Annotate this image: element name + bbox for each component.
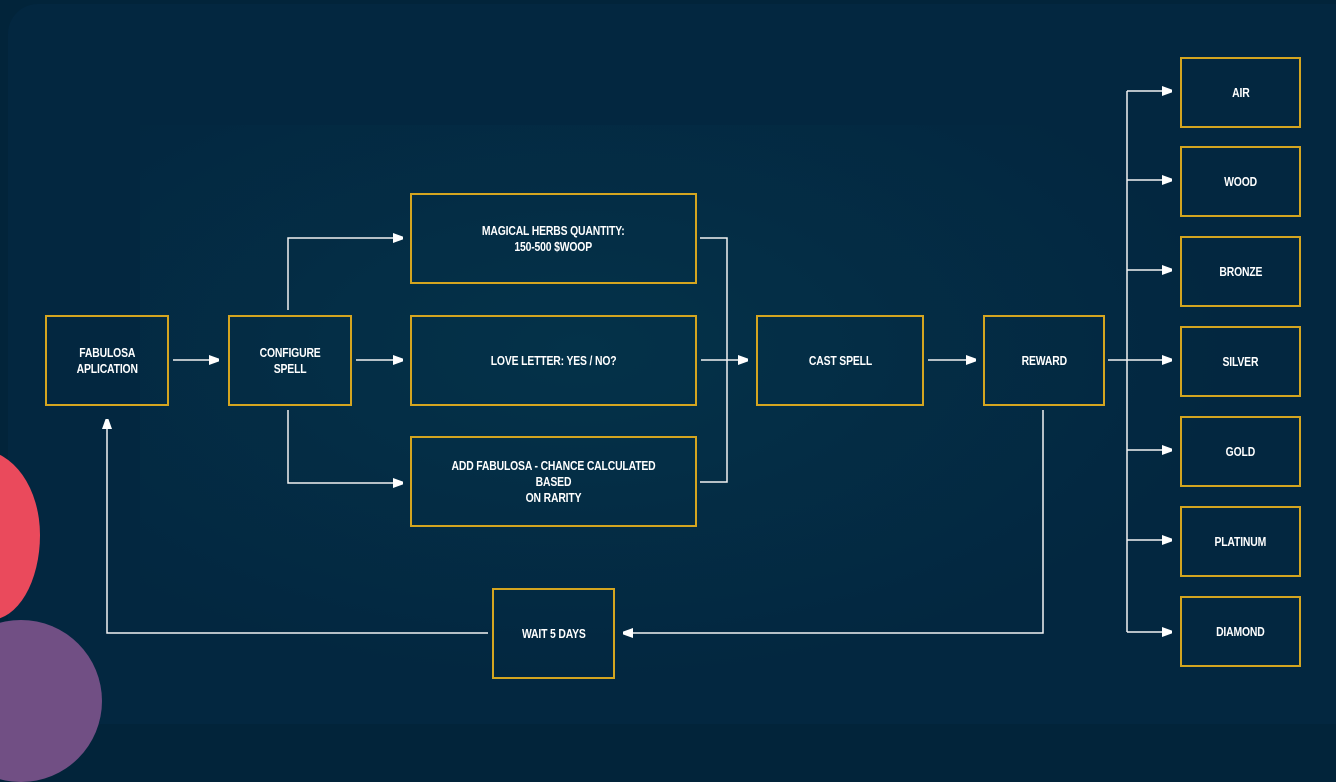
node-label: DIAMOND — [1216, 623, 1265, 639]
node-tier-silver[interactable]: SILVER — [1180, 326, 1301, 397]
node-label: ADD FABULOSA - CHANCE CALCULATED BASED O… — [451, 457, 656, 505]
node-fabulosa-application[interactable]: FABULOSA APLICATION — [45, 315, 169, 406]
node-tier-wood[interactable]: WOOD — [1180, 146, 1301, 217]
node-label: BRONZE — [1219, 263, 1262, 279]
node-tier-air[interactable]: AIR — [1180, 57, 1301, 128]
node-label: FABULOSA APLICATION — [76, 344, 138, 376]
node-label: WAIT 5 DAYS — [521, 625, 586, 641]
node-label: SILVER — [1222, 353, 1259, 369]
node-configure-spell[interactable]: CONFIGURE SPELL — [228, 315, 352, 406]
node-tier-bronze[interactable]: BRONZE — [1180, 236, 1301, 307]
node-magical-herbs[interactable]: MAGICAL HERBS QUANTITY: 150-500 $WOOP — [410, 193, 697, 284]
node-add-fabulosa[interactable]: ADD FABULOSA - CHANCE CALCULATED BASED O… — [410, 436, 697, 527]
node-label: GOLD — [1225, 443, 1256, 459]
node-reward[interactable]: REWARD — [983, 315, 1105, 406]
node-label: REWARD — [1021, 352, 1067, 368]
node-label: CAST SPELL — [808, 352, 872, 368]
node-cast-spell[interactable]: CAST SPELL — [756, 315, 924, 406]
node-wait[interactable]: WAIT 5 DAYS — [492, 588, 615, 679]
node-tier-gold[interactable]: GOLD — [1180, 416, 1301, 487]
node-label: LOVE LETTER: YES / NO? — [490, 352, 617, 368]
node-tier-diamond[interactable]: DIAMOND — [1180, 596, 1301, 667]
node-tier-platinum[interactable]: PLATINUM — [1180, 506, 1301, 577]
edge-configure-herbs — [287, 238, 402, 310]
node-label: CONFIGURE SPELL — [259, 344, 321, 376]
edge-configure-add — [287, 410, 402, 483]
node-label: PLATINUM — [1214, 533, 1267, 549]
node-love-letter[interactable]: LOVE LETTER: YES / NO? — [410, 315, 697, 406]
node-label: MAGICAL HERBS QUANTITY: 150-500 $WOOP — [482, 222, 625, 254]
node-label: WOOD — [1224, 173, 1257, 189]
node-label: AIR — [1231, 84, 1250, 100]
